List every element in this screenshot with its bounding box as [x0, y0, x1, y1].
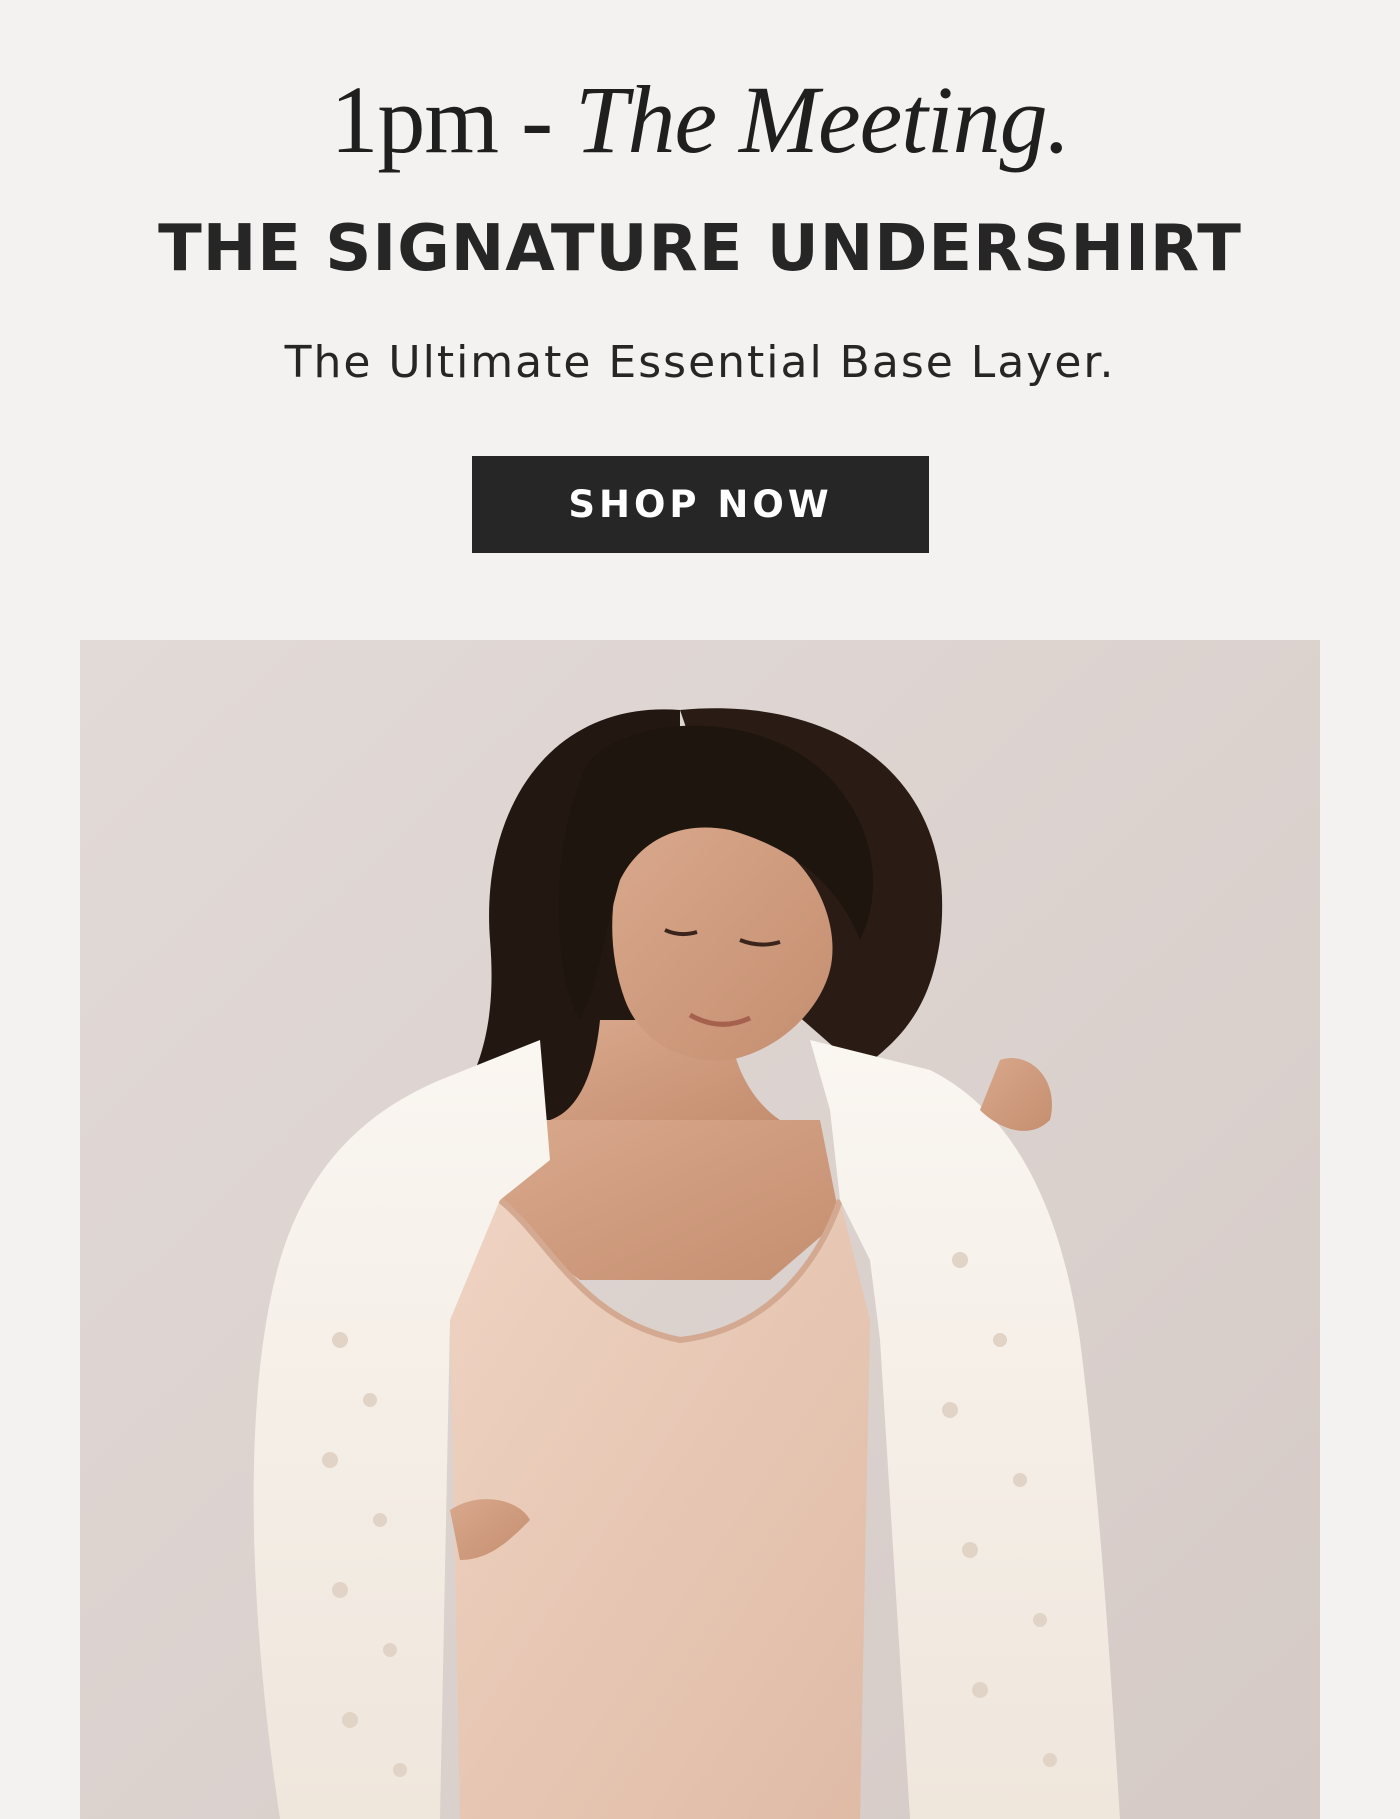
- headline-separator: -: [521, 66, 553, 173]
- shop-now-button[interactable]: SHOP NOW: [472, 456, 929, 553]
- time-label: 1pm: [330, 66, 499, 173]
- headline: 1pm - The Meeting.: [0, 69, 1400, 171]
- tagline: The Ultimate Essential Base Layer.: [284, 337, 1116, 388]
- scene-label: The Meeting.: [575, 66, 1071, 173]
- product-title: THE SIGNATURE UNDERSHIRT: [158, 212, 1242, 286]
- product-photo[interactable]: [80, 640, 1320, 1819]
- model-illustration: [80, 640, 1320, 1819]
